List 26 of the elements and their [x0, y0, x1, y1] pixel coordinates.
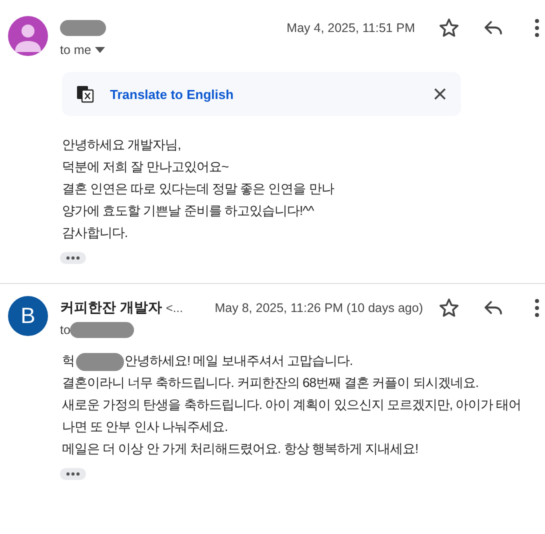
- body-text: 양가에 효도할 기쁜날 준비를 하고있습니다!^^: [62, 202, 315, 220]
- more-icon[interactable]: [533, 16, 541, 40]
- recipient-label: to me: [60, 43, 92, 57]
- close-icon[interactable]: [433, 87, 447, 101]
- body-text: 감사합니다.: [62, 224, 129, 242]
- body-text: 새로운 가정의 탄생을 축하드립니다. 아이 계획이 있으신지 모르겠지만, 아이가 태어: [62, 396, 522, 414]
- body-text: 안녕하세요 개발자님,: [62, 136, 182, 154]
- message-date: May 4, 2025, 11:51 PM: [286, 21, 415, 35]
- body-text: 나면 또 안부 인사 나눠주세요.: [62, 418, 229, 436]
- avatar: B: [8, 296, 48, 336]
- ellipsis-icon[interactable]: [66, 256, 80, 260]
- body-text: 덕분에 저희 잘 만나고있어요~: [62, 158, 230, 176]
- ellipsis-icon[interactable]: [66, 472, 80, 476]
- body-text: 안녕하세요! 메일 보내주셔서 고맙습니다.: [124, 353, 353, 368]
- translate-icon: [76, 85, 94, 103]
- translate-link[interactable]: Translate to English: [110, 86, 234, 102]
- sender-address: <...: [166, 301, 183, 315]
- dropdown-icon[interactable]: [95, 47, 106, 53]
- recipient-label: to: [60, 323, 70, 337]
- body-text: 메일은 더 이상 안 가게 처리해드렸어요. 항상 행복하게 지내세요!: [62, 440, 420, 458]
- message-date: May 8, 2025, 11:26 PM (10 days ago): [214, 301, 423, 315]
- body-text: 결혼이라니 너무 축하드립니다. 커피한잔의 68번째 결혼 커플이 되시겠네요.: [62, 374, 480, 392]
- body-text: 헉: [62, 353, 74, 368]
- more-icon[interactable]: [533, 296, 541, 320]
- body-text: 결혼 인연은 따로 있다는데 정말 좋은 인연을 만나: [62, 180, 336, 198]
- sender-name: 커피한잔 개발자: [60, 299, 162, 317]
